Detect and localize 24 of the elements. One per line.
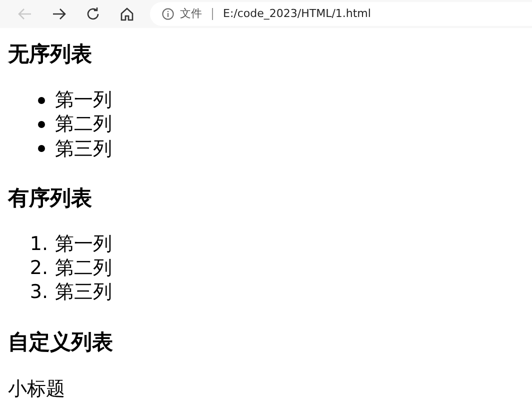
bullet-icon: [38, 145, 45, 152]
bullet-icon: [38, 120, 45, 128]
list-number: 2.: [30, 256, 48, 280]
url-text: E:/code_2023/HTML/1.html: [223, 6, 371, 22]
list-item: 第一列: [55, 88, 112, 112]
list-number: 3.: [30, 280, 48, 305]
list-item: 第三列: [55, 136, 112, 161]
address-bar[interactable]: 文件 E:/code_2023/HTML/1.html: [150, 2, 532, 26]
forward-arrow-icon: [51, 6, 67, 22]
list-item: 第一列: [55, 232, 112, 256]
section-heading: 有序列表: [8, 184, 93, 212]
back-arrow-icon: [17, 6, 33, 22]
bullet-icon: [38, 96, 45, 104]
house-icon: [119, 6, 135, 22]
file-label: 文件: [180, 6, 202, 22]
section-heading: 无序列表: [8, 41, 93, 68]
list-item: 第二列: [55, 256, 112, 280]
list-item: 第二列: [55, 112, 112, 137]
definition-term: 小标题: [8, 378, 65, 400]
section-heading: 自定义列表: [8, 328, 114, 356]
refresh-icon: [85, 6, 101, 22]
list-item: 第三列: [55, 280, 112, 305]
list-number: 1.: [30, 232, 48, 256]
info-icon[interactable]: [162, 8, 174, 20]
